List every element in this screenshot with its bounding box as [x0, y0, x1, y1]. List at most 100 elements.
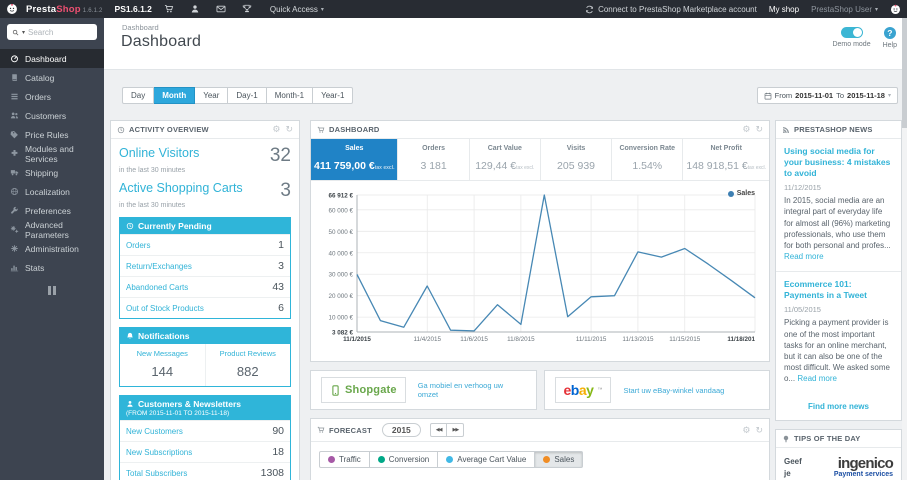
- refresh-icon[interactable]: ↻: [755, 125, 763, 134]
- forecast-year: 2015: [381, 423, 421, 437]
- gear-icon[interactable]: ⚙: [742, 125, 750, 134]
- range-month-1-button[interactable]: Month-1: [266, 87, 314, 104]
- refresh-icon[interactable]: ↻: [285, 125, 293, 134]
- row-value: 90: [272, 425, 284, 437]
- sidebar-item-preferences[interactable]: Preferences: [0, 201, 104, 220]
- row-link[interactable]: Orders: [126, 241, 150, 250]
- cart-icon: [317, 426, 325, 434]
- date-range-picker-button[interactable]: From 2015-11-01 To 2015-11-18 ▾: [756, 87, 898, 104]
- row-value: 6: [278, 302, 284, 314]
- sidebar-item-label: Price Rules: [25, 129, 69, 140]
- cogs-icon: [10, 225, 19, 234]
- kpi-sales[interactable]: Sales 411 759,00 €tax excl.: [311, 139, 398, 180]
- search-scope-chevron-icon[interactable]: ▾: [22, 29, 25, 36]
- refresh-icon[interactable]: ↻: [755, 425, 763, 435]
- news-article: Ecommerce 101: Payments in a Tweet 11/05…: [776, 272, 901, 393]
- customers-shortcut-button[interactable]: [186, 2, 204, 16]
- gear-icon: [10, 244, 19, 253]
- panel-title: TIPS OF THE DAY: [794, 434, 861, 444]
- ebay-link[interactable]: Start uw eBay-winkel vandaag: [623, 386, 724, 395]
- sidebar-search-box[interactable]: ▾: [7, 24, 97, 40]
- sidebar-item-localization[interactable]: Localization: [0, 182, 104, 201]
- brand: PrestaShop 1.6.1.2: [26, 4, 103, 15]
- forecast-prev-button[interactable]: ◀◀: [429, 423, 448, 437]
- sidebar-item-administration[interactable]: Administration: [0, 239, 104, 258]
- demo-mode-toggle[interactable]: [840, 27, 863, 38]
- series-traffic-button[interactable]: Traffic: [319, 451, 370, 468]
- marketplace-link[interactable]: Connect to PrestaShop Marketplace accoun…: [585, 5, 757, 14]
- range-month-button[interactable]: Month: [154, 87, 196, 104]
- my-shop-link[interactable]: My shop: [769, 5, 799, 14]
- row-link[interactable]: Abandoned Carts: [126, 283, 188, 292]
- sidebar-collapse-toggle[interactable]: [47, 286, 57, 295]
- range-day-button[interactable]: Day: [122, 87, 155, 104]
- svg-text:11/4/2015: 11/4/2015: [413, 336, 441, 343]
- cart-shortcut-button[interactable]: [160, 2, 178, 16]
- series-conversion-button[interactable]: Conversion: [369, 451, 439, 468]
- quick-access-label: Quick Access: [269, 4, 318, 14]
- article-title-link[interactable]: Ecommerce 101: Payments in a Tweet: [784, 279, 893, 301]
- sidebar-item-dashboard[interactable]: Dashboard: [0, 49, 104, 68]
- row-link[interactable]: New Subscriptions: [126, 448, 192, 457]
- user-menu[interactable]: PrestaShop User ▾: [811, 5, 878, 14]
- cell-link[interactable]: Product Reviews: [208, 349, 289, 358]
- range-year-button[interactable]: Year: [195, 87, 229, 104]
- online-visitors-link[interactable]: Online Visitors: [119, 146, 199, 165]
- kpi-conversion-rate[interactable]: Conversion Rate 1.54%: [611, 139, 682, 180]
- sidebar-item-shipping[interactable]: Shipping: [0, 163, 104, 182]
- read-more-link[interactable]: Read more: [784, 252, 824, 261]
- pending-row: Abandoned Carts 43: [120, 276, 290, 297]
- sidebar-item-stats[interactable]: Stats: [0, 258, 104, 277]
- kpi-cart-value[interactable]: Cart Value 129,44 €tax excl.: [468, 139, 540, 180]
- series-sales-button[interactable]: Sales: [535, 451, 584, 468]
- find-more-news-link[interactable]: Find more news: [776, 393, 901, 420]
- row-link[interactable]: Return/Exchanges: [126, 262, 192, 271]
- user-avatar[interactable]: [890, 4, 901, 15]
- wrench-icon: [10, 206, 19, 215]
- chart-legend[interactable]: Sales: [727, 190, 755, 197]
- svg-text:40 000 €: 40 000 €: [328, 250, 353, 257]
- forecast-next-button[interactable]: ▶▶: [447, 423, 465, 437]
- gear-icon[interactable]: ⚙: [272, 125, 280, 134]
- page-scrollbar[interactable]: [902, 18, 907, 480]
- sidebar-item-catalog[interactable]: Catalog: [0, 68, 104, 87]
- gear-icon[interactable]: ⚙: [742, 425, 750, 435]
- date-to-value: 2015-11-18: [847, 91, 885, 100]
- search-input[interactable]: [28, 27, 85, 37]
- messages-shortcut-button[interactable]: [212, 2, 230, 16]
- sidebar-item-customers[interactable]: Customers: [0, 106, 104, 125]
- article-date: 11/05/2015: [784, 305, 821, 315]
- kpi-visits[interactable]: Visits 205 939: [539, 139, 611, 180]
- sidebar-item-modules[interactable]: Modules and Services: [0, 144, 104, 164]
- sidebar-item-label: Advanced Parameters: [25, 219, 69, 240]
- marketplace-label: Connect to PrestaShop Marketplace accoun…: [598, 4, 757, 14]
- row-link[interactable]: New Customers: [126, 427, 183, 436]
- active-carts-link[interactable]: Active Shopping Carts: [119, 181, 243, 200]
- read-more-link[interactable]: Read more: [797, 374, 837, 383]
- kpi-net-profit[interactable]: Net Profit 148 918,51 €tax excl.: [682, 139, 769, 180]
- row-link[interactable]: Out of Stock Products: [126, 304, 204, 313]
- help-button[interactable]: ?: [883, 27, 896, 39]
- range-day-1-button[interactable]: Day-1: [228, 87, 267, 104]
- date-range-presets: Day Month Year Day-1 Month-1 Year-1: [122, 87, 354, 104]
- achievements-shortcut-button[interactable]: [238, 2, 256, 16]
- sidebar-item-advanced-parameters[interactable]: Advanced Parameters: [0, 219, 104, 240]
- series-average-cart-value-button[interactable]: Average Cart Value: [438, 451, 536, 468]
- book-icon: [10, 73, 19, 82]
- sidebar-item-orders[interactable]: Orders: [0, 87, 104, 106]
- shopgate-module-panel: Shopgate Ga mobiel en verhoog uw omzet: [310, 370, 537, 410]
- article-excerpt: In 2015, social media are an integral pa…: [784, 196, 891, 250]
- gauge-icon: [10, 54, 19, 63]
- sidebar-item-price-rules[interactable]: Price Rules: [0, 125, 104, 144]
- row-link[interactable]: Total Subscribers: [126, 469, 187, 478]
- date-from-value: 2015-11-01: [795, 91, 834, 100]
- article-title-link[interactable]: Using social media for your business: 4 …: [784, 146, 893, 179]
- range-year-1-button[interactable]: Year-1: [313, 87, 354, 104]
- cell-link[interactable]: New Messages: [122, 349, 203, 358]
- scrollbar-thumb[interactable]: [902, 18, 907, 128]
- kpi-suffix: tax excl.: [747, 165, 767, 171]
- quick-access-menu[interactable]: Quick Access ▾: [270, 5, 324, 14]
- user-menu-label: PrestaShop User: [811, 4, 872, 14]
- shopgate-link[interactable]: Ga mobiel en verhoog uw omzet: [418, 381, 526, 399]
- kpi-orders[interactable]: Orders 3 181: [397, 139, 468, 180]
